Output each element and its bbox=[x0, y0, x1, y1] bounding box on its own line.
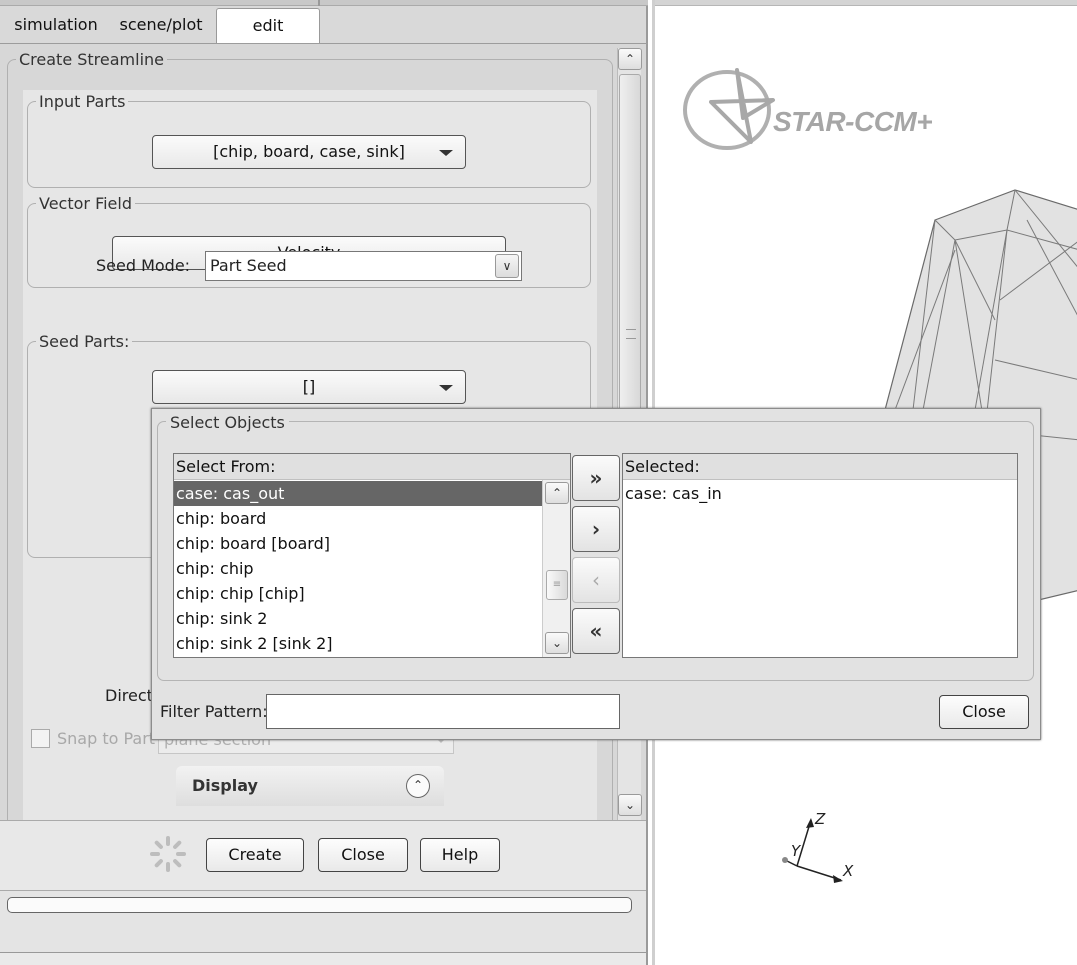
axis-x-label: X bbox=[843, 862, 854, 880]
display-title: Display bbox=[192, 776, 258, 795]
filter-pattern-label: Filter Pattern: bbox=[160, 702, 268, 721]
list-item[interactable]: chip: board [board] bbox=[174, 531, 542, 556]
list-item[interactable]: case: cas_in bbox=[623, 481, 1017, 506]
seed-mode-select[interactable]: Part Seed ∨ bbox=[205, 251, 522, 281]
select-objects-title: Select Objects bbox=[166, 413, 289, 432]
list-item[interactable]: case: cas_out bbox=[174, 481, 542, 506]
progress-bar bbox=[7, 897, 632, 913]
dropdown-caret-icon bbox=[439, 385, 453, 391]
scroll-down-icon[interactable]: ⌄ bbox=[618, 794, 642, 816]
collapse-up-icon[interactable]: ⌃ bbox=[406, 774, 430, 798]
select-from-list[interactable]: Select From: case: cas_out chip: board c… bbox=[173, 453, 571, 658]
seed-parts-label: Seed Parts: bbox=[39, 332, 130, 351]
bottom-edge bbox=[0, 952, 646, 965]
list-item[interactable]: chip: chip bbox=[174, 556, 542, 581]
scrollbar-thumb[interactable]: ≡ bbox=[546, 570, 568, 600]
close-button[interactable]: Close bbox=[318, 838, 408, 872]
scroll-up-icon[interactable]: ⌃ bbox=[618, 48, 642, 70]
select-from-scrollbar[interactable]: ⌃ ≡ ⌄ bbox=[542, 480, 570, 657]
input-parts-dropdown[interactable]: [chip, board, case, sink] bbox=[152, 135, 466, 169]
spinner-icon bbox=[150, 836, 186, 872]
seed-mode-value: Part Seed bbox=[210, 256, 287, 275]
create-streamline-title: Create Streamline bbox=[19, 50, 165, 69]
seed-parts-value: [] bbox=[302, 377, 316, 396]
select-objects-popup: Select Objects Select From: case: cas_ou… bbox=[151, 408, 1041, 740]
list-item[interactable]: chip: chip [chip] bbox=[174, 581, 542, 606]
display-section-header[interactable]: Display ⌃ bbox=[176, 766, 444, 806]
select-objects-close-button[interactable]: Close bbox=[939, 695, 1029, 729]
add-all-button[interactable]: » bbox=[572, 455, 620, 501]
snap-to-part-checkbox[interactable] bbox=[31, 729, 50, 748]
scroll-down-icon[interactable]: ⌄ bbox=[545, 632, 569, 654]
tab-scene-plot[interactable]: scene/plot bbox=[110, 8, 212, 43]
direction-label: Direct bbox=[105, 686, 153, 705]
list-item[interactable]: chip: sink 2 bbox=[174, 606, 542, 631]
selected-list[interactable]: Selected: case: cas_in bbox=[622, 453, 1018, 658]
vector-field-label: Vector Field bbox=[39, 194, 132, 213]
star-ccm-logo-text: STAR-CCM+ bbox=[773, 106, 933, 137]
remove-all-button[interactable]: « bbox=[572, 608, 620, 654]
scroll-up-icon[interactable]: ⌃ bbox=[545, 482, 569, 504]
list-item[interactable]: chip: board bbox=[174, 506, 542, 531]
top-edge bbox=[0, 0, 648, 6]
create-button[interactable]: Create bbox=[206, 838, 304, 872]
axis-y-label: Y bbox=[791, 842, 801, 860]
tab-simulation[interactable]: simulation bbox=[6, 8, 106, 43]
dropdown-caret-icon bbox=[439, 150, 453, 156]
input-parts-label: Input Parts bbox=[39, 92, 126, 111]
add-selected-button[interactable]: › bbox=[572, 506, 620, 552]
star-logo-icon bbox=[683, 68, 775, 150]
list-item[interactable]: chip: sink 2 [sink 2] bbox=[174, 631, 542, 656]
seed-parts-dropdown[interactable]: [] bbox=[152, 370, 466, 404]
snap-to-part-label: Snap to Part bbox=[57, 729, 156, 748]
tab-edit[interactable]: edit bbox=[216, 8, 320, 43]
select-from-header: Select From: bbox=[174, 454, 570, 480]
seed-mode-label: Seed Mode: bbox=[96, 256, 191, 275]
filter-pattern-input[interactable] bbox=[266, 694, 620, 729]
selected-header: Selected: bbox=[623, 454, 1017, 480]
help-button[interactable]: Help bbox=[420, 838, 500, 872]
viewport-top-edge bbox=[655, 0, 1077, 6]
chevron-down-icon[interactable]: ∨ bbox=[495, 254, 519, 278]
input-parts-value: [chip, board, case, sink] bbox=[213, 142, 405, 161]
remove-selected-button[interactable]: ‹ bbox=[572, 557, 620, 603]
axis-z-label: Z bbox=[815, 810, 826, 828]
